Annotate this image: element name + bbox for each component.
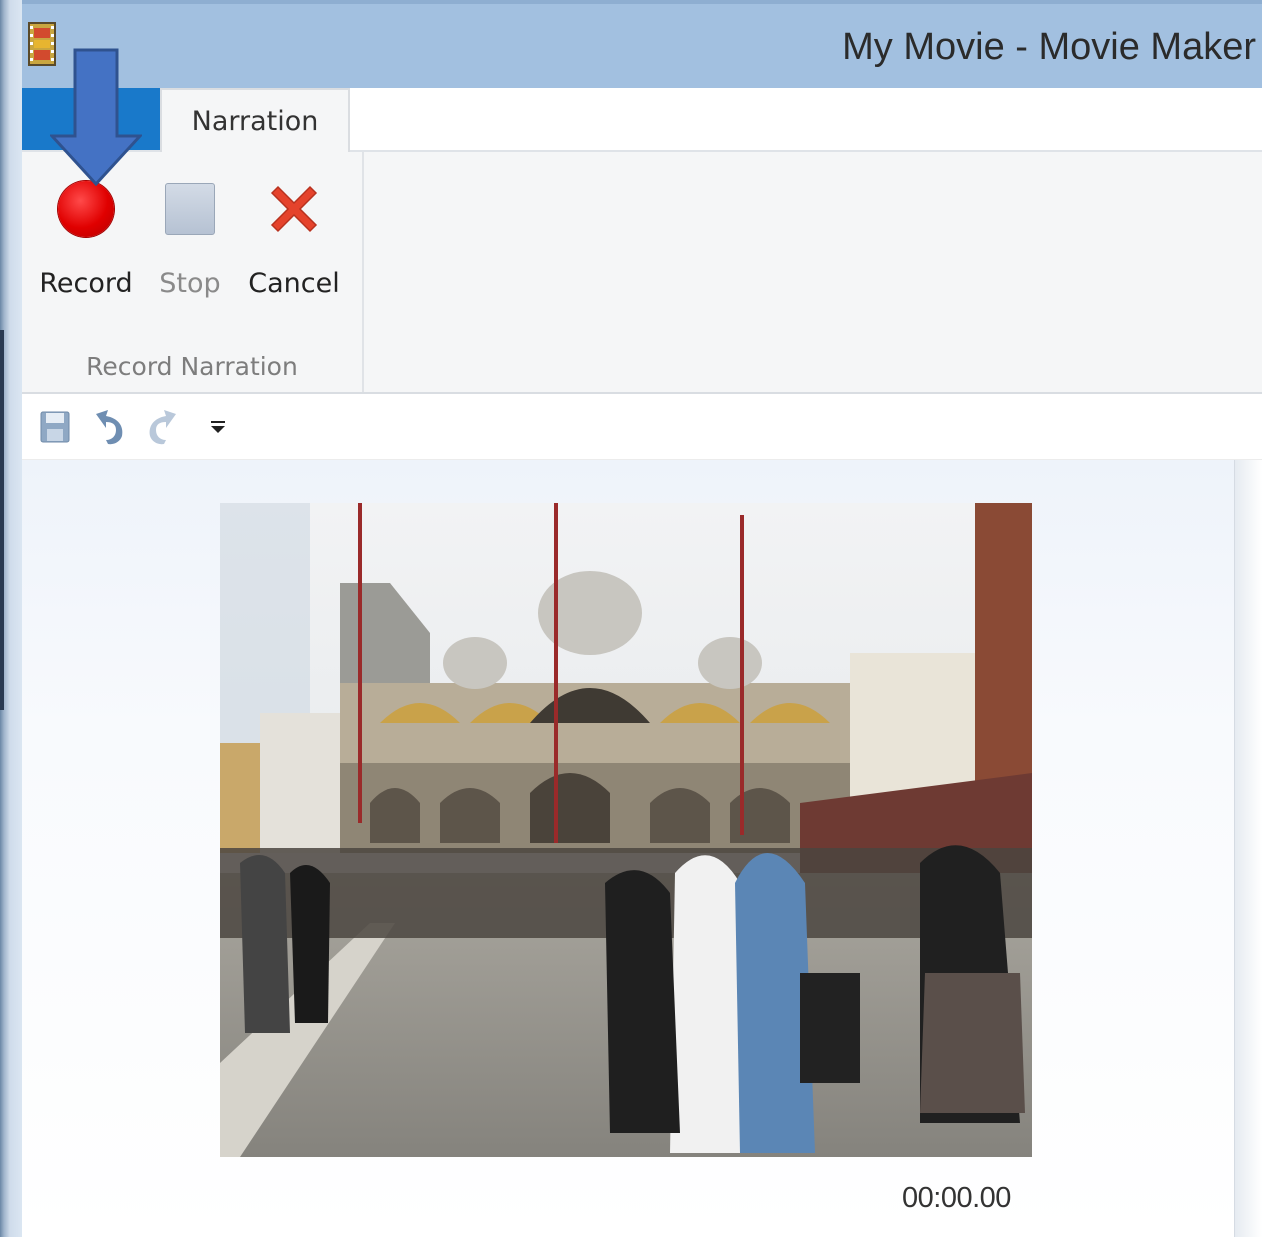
window-title: My Movie - Movie Maker [842,26,1256,68]
preview-edge [1234,460,1262,1237]
file-tab[interactable] [22,88,160,150]
ribbon-panel: Record Stop Cancel Record Narration [22,152,1262,394]
quick-access-toolbar [22,394,1262,460]
record-icon [55,178,117,240]
cancel-label: Cancel [248,268,340,299]
timecode: 00:00.00 [902,1182,1011,1214]
cancel-button[interactable]: Cancel [244,178,344,308]
film-app-icon[interactable] [28,22,56,66]
customize-dropdown-icon[interactable] [204,408,232,446]
record-narration-group: Record Stop Cancel Record Narration [22,152,364,392]
save-icon[interactable] [38,408,72,446]
preview-area: 00:00.00 [22,460,1234,1237]
redo-icon[interactable] [142,408,182,446]
tab-narration[interactable]: Narration [160,88,350,152]
ribbon-tab-row: Narration [22,88,1262,152]
stop-button[interactable]: Stop [140,178,240,308]
background-window-edge [0,0,22,1237]
stop-icon [159,178,221,240]
group-label: Record Narration [86,352,298,381]
stop-label: Stop [159,268,221,299]
title-bar: My Movie - Movie Maker [22,0,1262,88]
cancel-icon [263,178,325,240]
record-label: Record [39,268,133,299]
undo-icon[interactable] [90,408,130,446]
record-button[interactable]: Record [36,178,136,308]
preview-image [220,503,1032,1157]
